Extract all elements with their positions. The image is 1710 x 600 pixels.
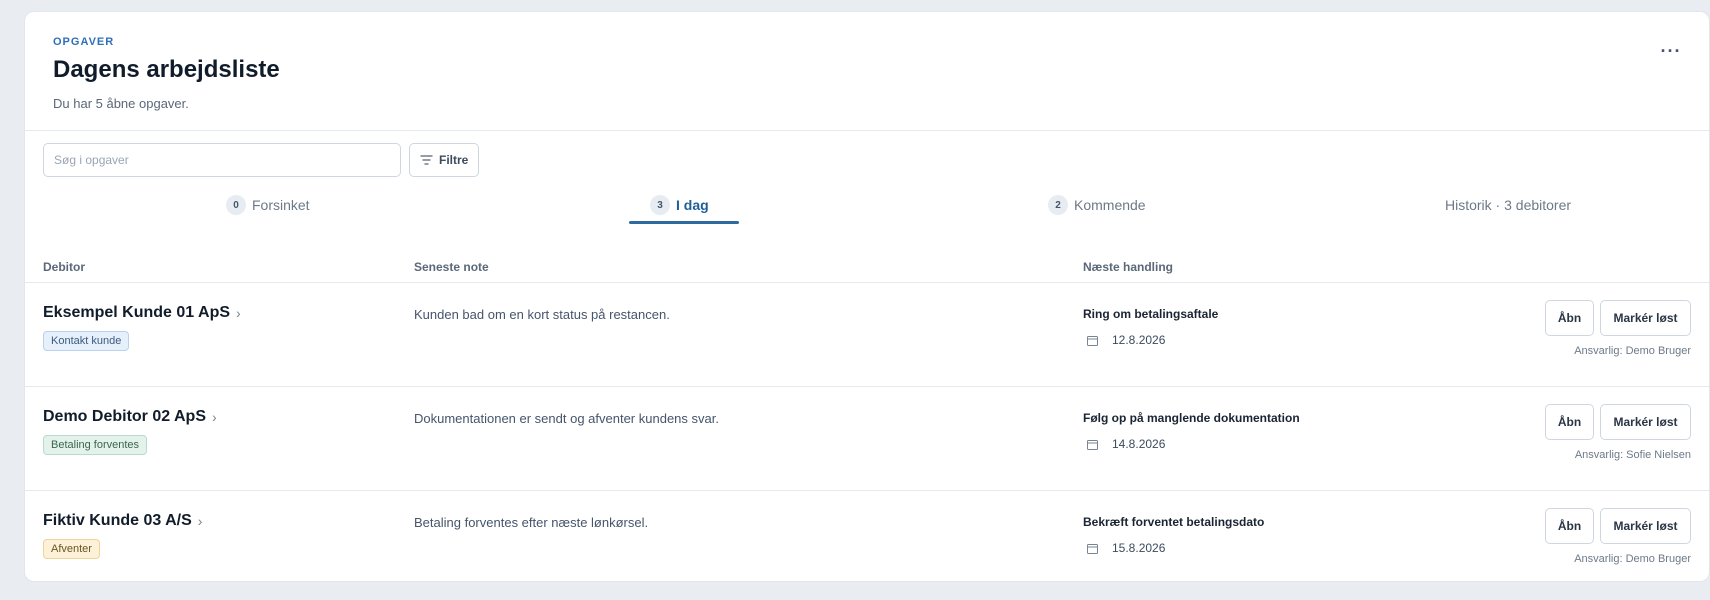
open-button[interactable]: Åbn xyxy=(1545,404,1594,440)
open-button[interactable]: Åbn xyxy=(1545,300,1594,336)
chevron-right-icon: › xyxy=(197,513,203,529)
search-row: Filtre xyxy=(43,143,480,177)
calendar-icon xyxy=(1087,543,1098,554)
table-row: Eksempel Kunde 01 ApS › Kontakt kunde Ku… xyxy=(25,283,1709,387)
debtor-name: Fiktiv Kunde 03 A/S xyxy=(43,512,192,529)
next-action-date: 14.8.2026 xyxy=(1087,437,1165,451)
tab-label: Historik · 3 debitorer xyxy=(1445,197,1572,213)
column-header-action: Næste handling xyxy=(1083,260,1174,274)
next-action-date: 15.8.2026 xyxy=(1087,541,1165,555)
status-badge: Kontakt kunde xyxy=(43,331,130,351)
next-action-title: Bekræft forventet betalingsdato xyxy=(1083,515,1265,529)
tab-count-badge: 3 xyxy=(650,195,670,215)
tab-label: Forsinket xyxy=(252,197,310,213)
date-value: 15.8.2026 xyxy=(1112,541,1166,555)
more-options-button[interactable]: ··· xyxy=(1655,40,1687,62)
filter-label: Filtre xyxy=(439,153,469,167)
page-title: Dagens arbejdsliste xyxy=(53,56,280,83)
latest-note: Betaling forventes efter næste lønkørsel… xyxy=(414,515,649,530)
responsible-label: Ansvarlig: Demo Bruger xyxy=(1574,553,1691,565)
status-badge: Afventer xyxy=(43,539,100,559)
filter-button[interactable]: Filtre xyxy=(409,143,480,177)
more-horizontal-icon: ··· xyxy=(1660,40,1682,61)
chevron-right-icon: › xyxy=(212,409,217,425)
responsible-label: Ansvarlig: Sofie Nielsen xyxy=(1574,449,1691,461)
active-tab-indicator xyxy=(629,221,739,224)
mark-resolved-button[interactable]: Markér løst xyxy=(1600,404,1691,440)
latest-note: Dokumentationen er sendt og afventer kun… xyxy=(414,411,719,426)
mark-resolved-button[interactable]: Markér løst xyxy=(1600,300,1691,336)
date-value: 14.8.2026 xyxy=(1112,437,1166,451)
next-action-date: 12.8.2026 xyxy=(1087,333,1165,347)
task-tabs: 0 Forsinket 3 I dag 2 Kommende Historik … xyxy=(43,187,1703,225)
debtor-link[interactable]: Eksempel Kunde 01 ApS › xyxy=(43,304,241,322)
search-input[interactable] xyxy=(43,143,401,177)
table-row: Fiktiv Kunde 03 A/S › Afventer Betaling … xyxy=(25,491,1709,581)
debtor-link[interactable]: Demo Debitor 02 ApS › xyxy=(43,408,217,426)
tab-forsinket[interactable]: 0 Forsinket xyxy=(226,187,310,223)
responsible-label: Ansvarlig: Demo Bruger xyxy=(1574,345,1691,357)
calendar-icon xyxy=(1087,335,1098,346)
date-value: 12.8.2026 xyxy=(1112,333,1166,347)
column-header-note: Seneste note xyxy=(414,260,489,274)
table-row: Demo Debitor 02 ApS › Betaling forventes… xyxy=(25,387,1709,491)
task-card: OPGAVER Dagens arbejdsliste Du har 5 åbn… xyxy=(24,11,1710,582)
column-header-debtor: Debitor xyxy=(43,260,85,274)
tab-label: Kommende xyxy=(1074,197,1146,213)
status-badge: Betaling forventes xyxy=(43,435,148,455)
next-action-title: Følg op på manglende dokumentation xyxy=(1083,411,1300,425)
card-header: OPGAVER Dagens arbejdsliste Du har 5 åbn… xyxy=(25,12,1709,131)
filter-icon xyxy=(420,155,433,165)
tab-count-badge: 0 xyxy=(226,195,246,215)
debtor-link[interactable]: Fiktiv Kunde 03 A/S › xyxy=(43,512,202,530)
tab-count-badge: 2 xyxy=(1048,195,1068,215)
tab-i-dag[interactable]: 3 I dag xyxy=(650,187,709,223)
tab-historik[interactable]: Historik · 3 debitorer xyxy=(1445,187,1571,223)
next-action-title: Ring om betalingsaftale xyxy=(1083,307,1219,321)
debtor-name: Demo Debitor 02 ApS xyxy=(43,408,206,425)
eyebrow-label: OPGAVER xyxy=(53,36,115,48)
debtor-name: Eksempel Kunde 01 ApS xyxy=(43,304,231,321)
chevron-right-icon: › xyxy=(236,305,241,321)
latest-note: Kunden bad om en kort status på restance… xyxy=(414,307,670,322)
calendar-icon xyxy=(1087,439,1098,450)
page-subtitle: Du har 5 åbne opgaver. xyxy=(53,96,189,111)
tab-kommende[interactable]: 2 Kommende xyxy=(1048,187,1146,223)
mark-resolved-button[interactable]: Markér løst xyxy=(1600,508,1691,544)
tab-label: I dag xyxy=(676,197,709,213)
open-button[interactable]: Åbn xyxy=(1545,508,1594,544)
